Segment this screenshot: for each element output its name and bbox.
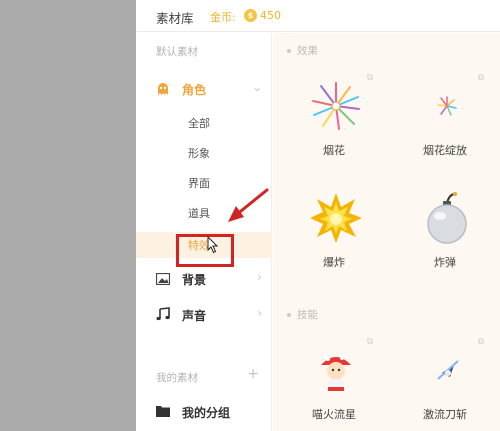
character-thumbnail <box>321 356 351 391</box>
group-heading: 技能 <box>287 307 318 322</box>
category-label: 背景 <box>182 273 207 287</box>
subitem-image[interactable]: 形象 <box>188 145 210 161</box>
chevron-right-icon: › <box>257 270 262 284</box>
coins-value: 450 <box>260 9 281 22</box>
sidebar: 默认素材 角色 ⌄ 全部 形象 界面 道具 特效 背景 › 声音 › 我的素材 … <box>136 33 272 431</box>
group-title: 技能 <box>297 309 318 321</box>
copy-icon: ⧉ <box>477 337 484 347</box>
subitem-ui[interactable]: 界面 <box>188 175 210 191</box>
asset-name: 爆炸 <box>323 256 345 269</box>
material-library-panel: 素材库 金币: $ 450 默认素材 角色 ⌄ 全部 形象 界面 道具 特效 背… <box>136 0 500 431</box>
my-materials-heading: 我的素材 <box>156 372 198 384</box>
asset-name: 激流刀斩 <box>423 408 467 421</box>
category-label: 我的分组 <box>182 406 231 420</box>
asset-grid: 效果 ⧉ 烟花 ⧉ 烟花绽放 爆炸 炸弹 技能 ⧉ 喵火流星 ⧉ 激流刀斩 <box>273 33 500 431</box>
asset-card[interactable]: 爆炸 <box>279 181 389 281</box>
category-sound[interactable]: 声音 › <box>156 305 272 325</box>
asset-name: 喵火流星 <box>312 408 356 421</box>
ghost-icon <box>158 83 168 95</box>
fireworks-bloom-thumbnail <box>437 96 457 116</box>
subitem-all[interactable]: 全部 <box>188 115 210 131</box>
folder-icon <box>156 406 170 417</box>
copy-icon: ⧉ <box>477 73 484 83</box>
app-title: 素材库 <box>156 11 194 26</box>
left-background <box>0 0 136 431</box>
character-thumbnail <box>437 360 459 380</box>
category-my-groups[interactable]: 我的分组 <box>156 402 272 422</box>
copy-icon: ⧉ <box>366 337 373 347</box>
category-label: 声音 <box>182 309 207 323</box>
add-icon[interactable]: + <box>247 366 259 382</box>
category-character[interactable]: 角色 ⌄ <box>156 79 272 99</box>
fireworks-thumbnail <box>312 82 360 130</box>
bomb-thumbnail <box>427 192 467 244</box>
header-bar: 素材库 金币: $ 450 <box>136 0 500 32</box>
asset-card[interactable]: ⧉ 烟花 <box>279 69 389 169</box>
asset-name: 烟花 <box>323 144 345 157</box>
asset-card[interactable]: ⧉ 喵火流星 <box>279 333 389 431</box>
mouse-cursor-icon <box>207 236 219 254</box>
subitem-props[interactable]: 道具 <box>188 205 210 221</box>
asset-name: 炸弹 <box>434 256 456 269</box>
category-label: 角色 <box>182 83 207 97</box>
group-heading: 效果 <box>287 43 318 58</box>
coin-icon: $ <box>244 9 257 22</box>
coins-label: 金币: <box>210 11 236 24</box>
chevron-right-icon: › <box>257 306 262 320</box>
asset-card[interactable]: ⧉ 激流刀斩 <box>390 333 500 431</box>
music-note-icon <box>156 307 170 321</box>
asset-name: 烟花绽放 <box>423 144 467 157</box>
copy-icon: ⧉ <box>366 73 373 83</box>
asset-card[interactable]: 炸弹 <box>390 181 500 281</box>
chevron-down-icon: ⌄ <box>251 80 262 94</box>
category-background[interactable]: 背景 › <box>156 269 272 289</box>
image-icon <box>156 273 170 285</box>
asset-card[interactable]: ⧉ 烟花绽放 <box>390 69 500 169</box>
highlight-box <box>176 234 234 267</box>
default-materials-heading: 默认素材 <box>156 46 198 58</box>
explosion-thumbnail <box>310 193 362 243</box>
group-title: 效果 <box>297 45 318 57</box>
